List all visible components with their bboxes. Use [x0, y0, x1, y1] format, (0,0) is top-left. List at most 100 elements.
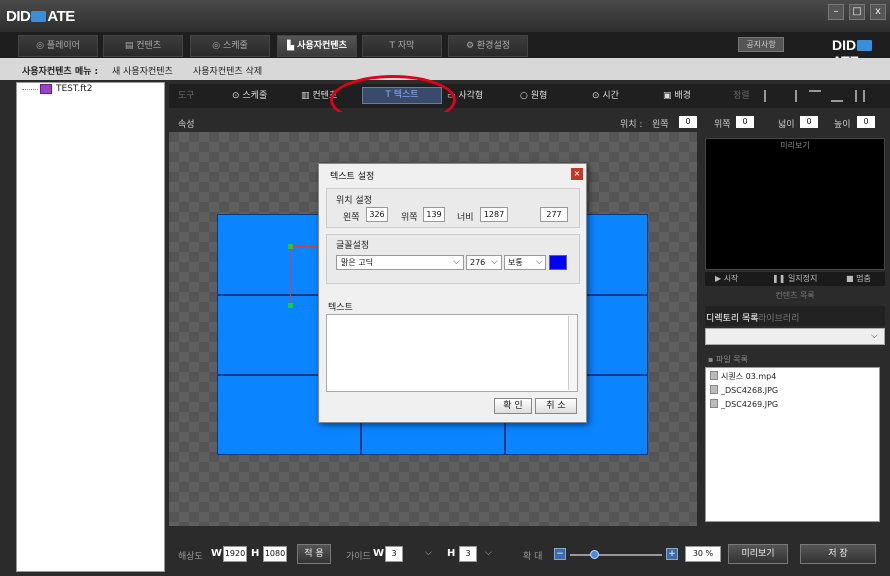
file-tree	[16, 82, 165, 572]
height-input[interactable]: 0	[857, 116, 875, 128]
align-left-icon[interactable]	[764, 90, 774, 102]
align-label: 정렬	[733, 91, 750, 101]
top-label: 위쪽	[714, 120, 731, 130]
file-item[interactable]: _DSC4268.JPG	[710, 385, 778, 395]
directory-dropdown[interactable]	[705, 328, 885, 345]
font-group-label: 글꼴설정	[336, 241, 370, 251]
guide-w-label: W	[373, 548, 385, 559]
guide-h-select[interactable]: 3	[459, 546, 477, 562]
video-file-icon	[710, 371, 718, 380]
text-input-area[interactable]	[326, 314, 578, 392]
res-h-label: H	[251, 548, 260, 559]
file-icon	[40, 84, 52, 94]
chevron-down-icon[interactable]: ⌵	[425, 548, 432, 558]
align-bottom-icon[interactable]	[831, 90, 843, 102]
top-input[interactable]: 0	[736, 116, 754, 128]
position-label: 위치 :	[620, 120, 643, 130]
resolution-height-input[interactable]: 1080	[263, 546, 287, 562]
dlg-left-input[interactable]: 326	[366, 207, 388, 222]
chevron-down-icon[interactable]: ⌵	[536, 257, 543, 267]
apply-button[interactable]: 적 용	[297, 544, 331, 564]
image-file-icon	[710, 385, 718, 394]
align-right-icon[interactable]	[787, 90, 797, 102]
tool-time[interactable]: ⊙ 시간	[592, 86, 619, 106]
chevron-down-icon[interactable]: ⌵	[485, 548, 492, 558]
zoom-in-icon[interactable]: +	[666, 548, 678, 560]
text-selection-box[interactable]	[290, 246, 320, 306]
title-bar	[0, 0, 890, 32]
zoom-select[interactable]: 30 %	[685, 546, 721, 562]
zoom-label: 확 대	[523, 552, 543, 562]
dlg-width-input[interactable]: 1287	[480, 207, 508, 222]
left-label: 왼쪽	[652, 120, 669, 130]
menu-title: 사용자컨텐츠 메뉴 :	[22, 67, 99, 77]
align-center-icon[interactable]	[855, 90, 865, 102]
textarea-scrollbar[interactable]	[568, 316, 577, 390]
chevron-down-icon[interactable]: ⌵	[453, 257, 460, 267]
tool-background[interactable]: ▣ 배경	[663, 86, 691, 106]
position-group-label: 위치 설정	[336, 196, 372, 206]
guide-label: 가이드	[346, 552, 371, 562]
tool-schedule[interactable]: ⊙ 스케줄	[232, 86, 267, 106]
res-w-label: W	[211, 548, 223, 559]
tab-library[interactable]: 라이브러리	[758, 311, 799, 324]
zoom-out-icon[interactable]: −	[554, 548, 566, 560]
resize-handle[interactable]	[288, 303, 293, 308]
play-button[interactable]: ▶ 시작	[715, 273, 738, 284]
tool-label: 도구	[178, 91, 195, 101]
guide-w-select[interactable]: 3	[385, 546, 403, 562]
app-logo: DID ATE	[6, 8, 75, 25]
tab-caption[interactable]: T 자막	[362, 35, 442, 57]
left-input[interactable]: 0	[679, 116, 697, 128]
properties-label: 속성	[178, 120, 195, 130]
menu-delete-user-contents[interactable]: 사용자컨텐츠 삭제	[193, 64, 262, 77]
cancel-button[interactable]: 취 소	[535, 398, 577, 414]
chevron-down-icon[interactable]: ⌵	[491, 257, 498, 267]
tab-player[interactable]: ◎ 플레이어	[18, 35, 98, 57]
preview-screen	[705, 138, 885, 270]
preview-button[interactable]: 미리보기	[728, 544, 788, 564]
font-color-swatch[interactable]	[549, 255, 567, 270]
content-list-title: 컨텐츠 목록	[775, 291, 815, 300]
image-file-icon	[710, 399, 718, 408]
width-label: 넓이	[778, 120, 795, 130]
dialog-close-icon[interactable]: ×	[571, 168, 583, 180]
minimize-button[interactable]: –	[828, 4, 844, 20]
tree-item-test[interactable]: TEST.ft2	[56, 84, 92, 94]
file-item[interactable]: 시퀀스 03.mp4	[710, 371, 776, 382]
stop-button[interactable]: ■ 멈춤	[846, 273, 871, 284]
width-input[interactable]: 0	[800, 116, 818, 128]
zoom-slider-handle[interactable]	[590, 550, 599, 559]
dialog-title: 텍스트 설정	[330, 172, 375, 182]
file-list-title: ▪ 파일 목록	[708, 355, 748, 364]
dlg-width-label: 너비	[457, 213, 474, 223]
zoom-slider[interactable]	[570, 554, 662, 556]
font-name-select[interactable]: 맑은 고딕	[336, 255, 464, 270]
notice-button[interactable]: 공지사항	[738, 37, 784, 52]
dlg-top-input[interactable]: 139	[423, 207, 445, 222]
resolution-width-input[interactable]: 1920	[223, 546, 247, 562]
maximize-button[interactable]: □	[849, 4, 865, 20]
resize-handle[interactable]	[288, 244, 293, 249]
pause-button[interactable]: ❚❚ 일지정지	[772, 273, 817, 284]
tab-schedule[interactable]: ◎ 스케줄	[190, 35, 270, 57]
tab-user-contents[interactable]: ▙ 사용자컨텐츠	[277, 35, 357, 57]
tool-circle[interactable]: ○ 원형	[520, 86, 547, 106]
menu-new-user-contents[interactable]: 새 사용자컨텐츠	[112, 64, 173, 77]
close-button[interactable]: x	[870, 4, 886, 20]
tree-connector	[22, 89, 38, 90]
dlg-top-label: 위쪽	[401, 213, 418, 223]
save-button[interactable]: 저 장	[800, 544, 876, 564]
tab-directory-list[interactable]: 디렉토리 목록	[706, 311, 759, 324]
dlg-left-label: 왼쪽	[343, 213, 360, 223]
chevron-down-icon[interactable]: ⌵	[871, 331, 878, 341]
align-top-icon[interactable]	[809, 90, 821, 102]
resolution-label: 해상도	[178, 552, 203, 562]
file-item[interactable]: _DSC4269.JPG	[710, 399, 778, 409]
dlg-height-input[interactable]: 277	[540, 207, 568, 222]
tab-contents[interactable]: ▤ 컨텐츠	[103, 35, 183, 57]
tab-settings[interactable]: ⚙ 환경설정	[448, 35, 528, 57]
preview-label: 미리보기	[780, 141, 810, 150]
guide-h-label: H	[447, 548, 456, 559]
ok-button[interactable]: 확 인	[494, 398, 532, 414]
